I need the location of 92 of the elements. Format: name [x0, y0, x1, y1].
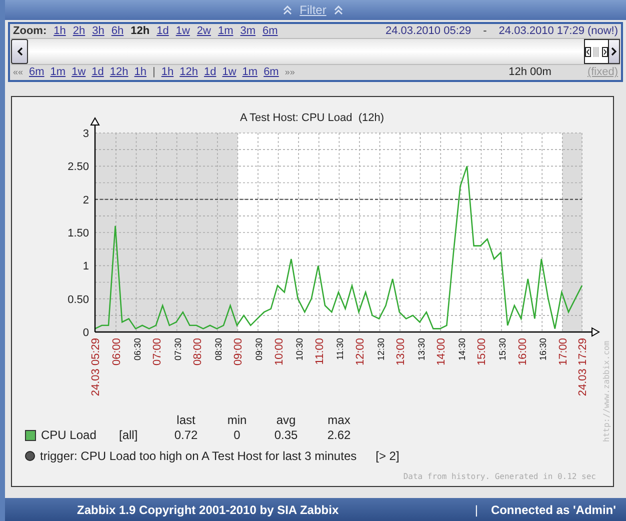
forward-link[interactable]: 1w [222, 64, 236, 81]
forward-link[interactable]: 1m [242, 64, 258, 81]
scroll-right-button[interactable] [609, 39, 620, 64]
zoom-option[interactable]: 3m [240, 22, 256, 40]
x-tick-label: 10:00 [273, 338, 286, 366]
forward-link[interactable]: 12h [180, 64, 198, 81]
y-tick-label: 0 [82, 327, 89, 339]
date-separator: - [482, 24, 488, 39]
y-tick-label: 0.50 [68, 294, 89, 306]
x-tick-label: 11:00 [314, 338, 326, 365]
grip-icon [593, 46, 600, 58]
back-marker: «« [13, 66, 24, 79]
zoom-label: Zoom: [13, 24, 47, 39]
x-tick-label: 08:30 [213, 338, 224, 361]
x-tick-label: 15:30 [498, 338, 508, 361]
forward-link[interactable]: 1h [161, 64, 174, 81]
y-tick-label: 2.50 [68, 161, 89, 174]
legend-column-header: max [326, 413, 352, 428]
x-tick-label: 11:30 [335, 338, 346, 360]
zoom-option[interactable]: 3h [92, 22, 104, 40]
x-tick-label: 12:00 [354, 338, 366, 366]
start-date: 24.03.2010 05:29 [385, 24, 472, 39]
y-tick-label: 1 [82, 260, 89, 273]
zoom-option[interactable]: 2h [72, 22, 86, 40]
legend-column-header: last [176, 413, 196, 428]
x-tick-label: 09:00 [232, 338, 245, 366]
zoom-option[interactable]: 2w [196, 22, 211, 40]
right-handle-icon[interactable] [602, 46, 608, 56]
nav-separator: | [152, 65, 156, 80]
zoom-option[interactable]: 1d [156, 22, 169, 40]
y-tick-label: 1.50 [68, 228, 89, 240]
back-link[interactable]: 1w [72, 64, 86, 81]
legend-value: 0 [232, 428, 242, 443]
left-chevron-icon [16, 47, 22, 56]
y-tick-label: 3 [82, 128, 89, 140]
back-link[interactable]: 6m [29, 64, 44, 81]
footer-separator: | [474, 502, 478, 518]
back-link[interactable]: 1m [50, 64, 66, 81]
trigger-condition: [> 2] [376, 448, 400, 465]
x-tick-label: 07:00 [152, 338, 164, 366]
generation-note: Data from history. Generated in 0.12 sec [403, 471, 596, 483]
legend-value: 2.62 [326, 428, 352, 443]
forward-marker: »» [284, 66, 295, 79]
x-tick-label: 24.03 05:29 [90, 338, 102, 396]
x-tick-label: 16:00 [516, 338, 529, 366]
zoom-option[interactable]: 12h [130, 22, 150, 40]
x-tick-label: 15:00 [476, 338, 488, 366]
legend-value: 0.35 [273, 428, 299, 443]
legend-value: 0.72 [173, 428, 199, 443]
x-tick-label: 13:30 [416, 338, 426, 361]
back-link[interactable]: 1h [134, 64, 146, 81]
scroll-left-button[interactable] [11, 39, 28, 64]
x-tick-label: 12:30 [376, 338, 386, 361]
x-tick-label: 07:30 [172, 338, 183, 361]
legend-function: [all] [119, 428, 139, 443]
end-date: 24.03.2010 17:29 [498, 24, 584, 39]
connected-as-text: Connected as 'Admin' [490, 502, 616, 518]
x-tick-label: 24.03 17:29 [577, 338, 589, 396]
zoom-option[interactable]: 1h [54, 22, 66, 40]
forward-link[interactable]: 6m [264, 64, 279, 81]
time-scrollbar[interactable] [11, 38, 620, 65]
y-tick-label: 2 [82, 194, 89, 206]
zoom-option[interactable]: 1w [176, 22, 190, 40]
period-label: 12h 00m [508, 65, 552, 80]
trigger-text: trigger: CPU Load too high on A Test Host for last 3 minutes [40, 448, 357, 465]
zoom-option[interactable]: 6m [262, 22, 278, 40]
x-tick-label: 13:00 [395, 338, 408, 366]
chart-title: A Test Host: CPU Load (12h) [240, 112, 384, 124]
legend-column-header: avg [275, 413, 297, 428]
legend-series-name: CPU Load [41, 428, 96, 443]
zoom-option[interactable]: 6h [111, 22, 124, 40]
x-tick-label: 17:00 [557, 338, 570, 366]
x-tick-label: 09:30 [254, 338, 264, 361]
right-chevron-icon [611, 47, 617, 56]
left-handle-icon[interactable] [585, 46, 591, 56]
x-tick-label: 16:30 [538, 338, 548, 361]
forward-link[interactable]: 1d [204, 64, 216, 81]
legend-column-header: min [226, 413, 248, 428]
x-tick-label: 08:00 [192, 338, 204, 366]
double-chevron-up-icon [334, 5, 344, 15]
x-tick-label: 14:00 [436, 338, 448, 366]
copyright-text: Zabbix 1.9 Copyright 2001-2010 by SIA Zabbix [77, 502, 339, 518]
scroll-thumb[interactable] [584, 39, 609, 64]
double-chevron-up-icon [282, 5, 292, 15]
back-link[interactable]: 1d [92, 64, 104, 81]
zoom-option[interactable]: 1m [218, 22, 234, 40]
back-link[interactable]: 12h [110, 64, 128, 81]
now-label: (now!) [587, 24, 618, 39]
x-tick-label: 14:30 [456, 338, 467, 361]
x-tick-label: 06:00 [110, 338, 123, 366]
x-tick-label: 10:30 [294, 338, 305, 361]
x-tick-label: 06:30 [132, 338, 142, 361]
